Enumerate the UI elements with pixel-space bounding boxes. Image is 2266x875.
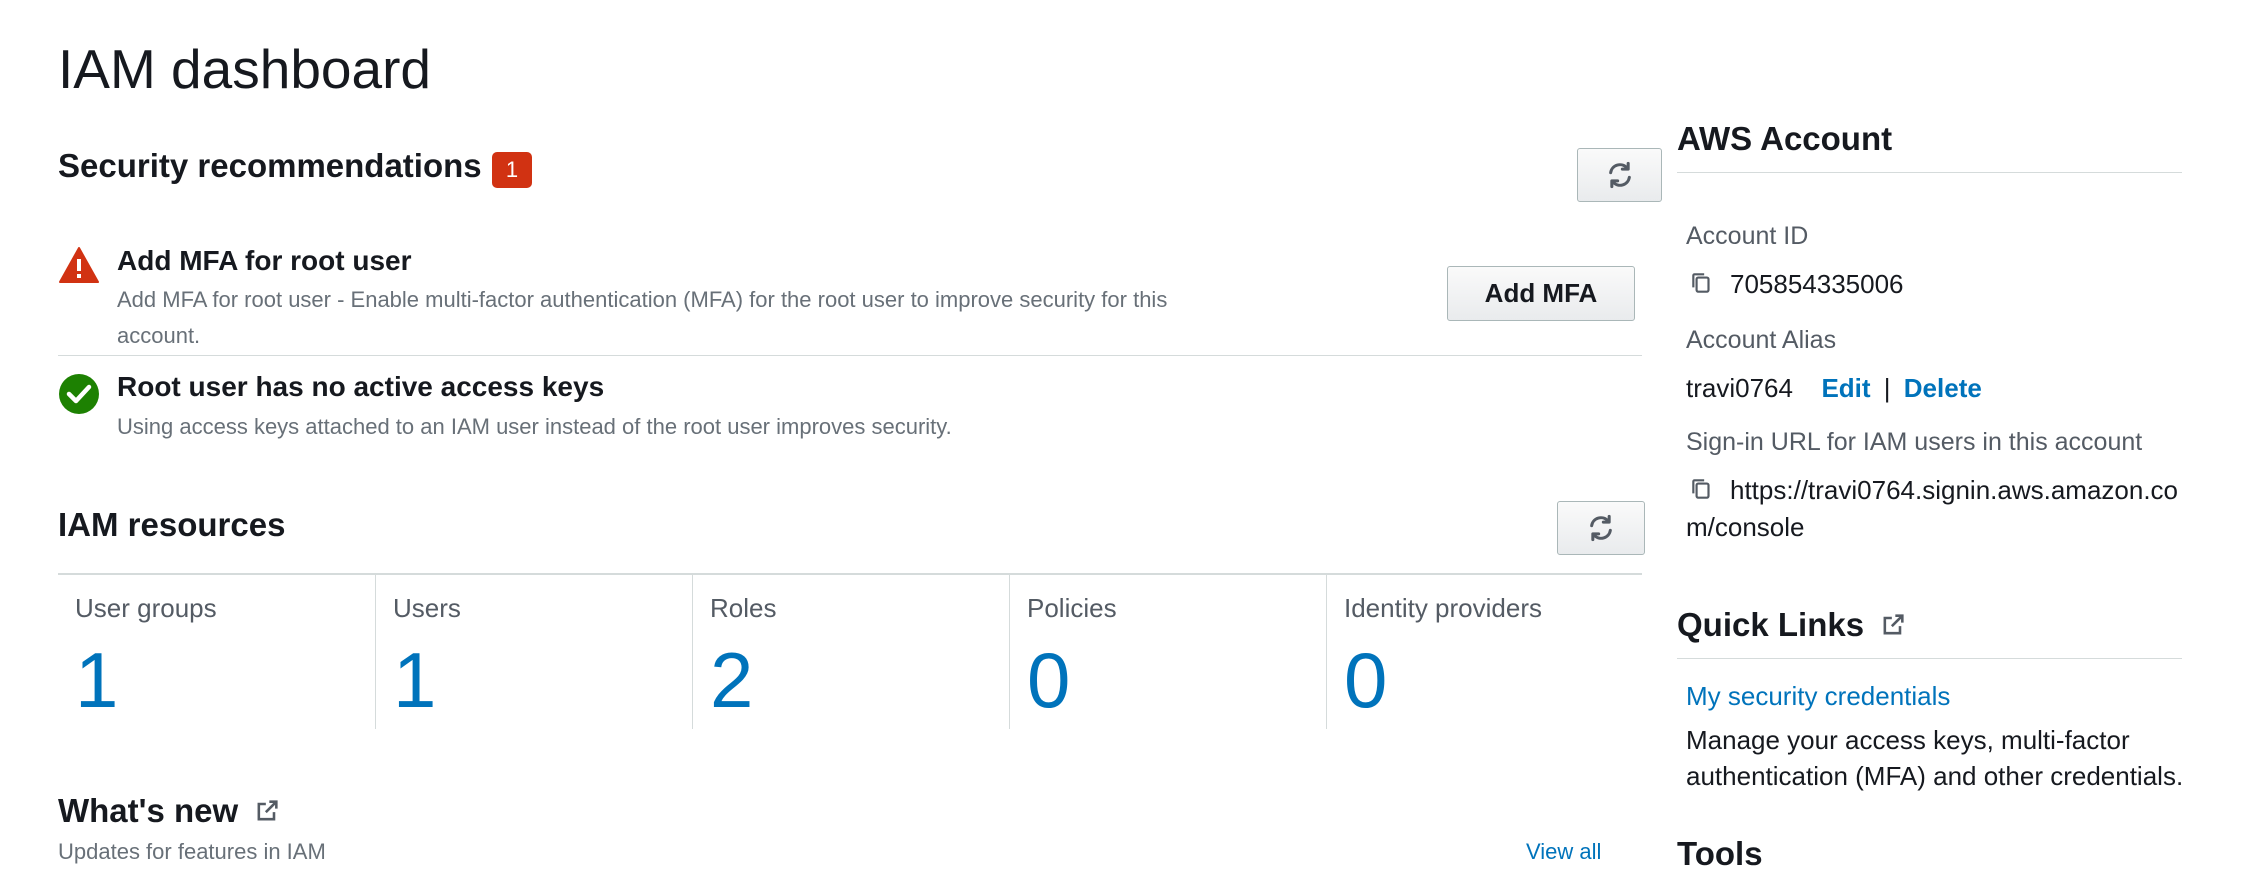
- quick-links-heading[interactable]: Quick Links: [1677, 604, 1907, 646]
- security-recommendations-heading: Security recommendations: [58, 147, 482, 184]
- account-id-value: 705854335006: [1730, 269, 1904, 299]
- security-credentials-description: Manage your access keys, multi-factor: [1686, 725, 2130, 755]
- warning-icon: [59, 247, 99, 283]
- rec-mfa-description-cont: account.: [117, 323, 201, 348]
- external-link-icon: [257, 800, 278, 821]
- copy-signin-url-button[interactable]: [1689, 476, 1715, 507]
- external-link-icon: [1883, 614, 1904, 635]
- account-alias-value: travi0764: [1686, 373, 1793, 403]
- refresh-resources-button[interactable]: [1557, 501, 1645, 555]
- divider: [1677, 172, 2182, 173]
- account-id-label: Account ID: [1686, 222, 1809, 250]
- whats-new-subtitle: Updates for features in IAM: [58, 839, 326, 864]
- divider: [58, 355, 1642, 356]
- iam-resources-grid: User groups 1 Users 1 Roles 2 Policies 0…: [58, 573, 1642, 731]
- my-security-credentials-link[interactable]: My security credentials: [1686, 678, 1950, 714]
- copy-icon: [1692, 273, 1710, 293]
- resource-count-link[interactable]: 1: [393, 635, 436, 725]
- signin-url-value: https://travi0764.signin.aws.amazon.co: [1730, 475, 2179, 505]
- rec-mfa-title: Add MFA for root user: [117, 245, 412, 276]
- account-alias-row: travi0764 Edit | Delete: [1686, 370, 1982, 406]
- signin-url-value-cont: m/console: [1686, 512, 1805, 542]
- refresh-icon: [1590, 514, 1612, 542]
- link-separator: |: [1883, 373, 1891, 403]
- resource-user-groups: User groups 1: [58, 575, 375, 729]
- rec-mfa-description: Add MFA for root user - Enable multi-fac…: [117, 287, 1168, 312]
- resource-label: Identity providers: [1344, 593, 1542, 623]
- resource-label: Users: [393, 593, 461, 623]
- check-circle-icon: [59, 374, 99, 414]
- copy-icon: [1692, 479, 1710, 499]
- resource-roles: Roles 2: [692, 575, 1009, 729]
- page-title: IAM dashboard: [58, 38, 431, 100]
- rec-access-keys-description: Using access keys attached to an IAM use…: [117, 414, 952, 439]
- aws-account-heading: AWS Account: [1677, 120, 1893, 157]
- copy-account-id-button[interactable]: [1689, 270, 1715, 301]
- refresh-security-button[interactable]: [1577, 148, 1662, 202]
- resource-count-link[interactable]: 0: [1344, 635, 1387, 725]
- resource-label: User groups: [75, 593, 217, 623]
- quick-links-label: Quick Links: [1677, 606, 1865, 643]
- iam-resources-heading: IAM resources: [58, 506, 286, 543]
- edit-alias-link[interactable]: Edit: [1821, 373, 1870, 403]
- rec-access-keys-title: Root user has no active access keys: [117, 371, 605, 402]
- refresh-icon: [1608, 161, 1631, 189]
- resource-users: Users 1: [375, 575, 692, 729]
- account-alias-label: Account Alias: [1686, 326, 1837, 354]
- tools-heading: Tools: [1677, 835, 1763, 872]
- resource-policies: Policies 0: [1009, 575, 1326, 729]
- signin-url-label: Sign-in URL for IAM users in this accoun…: [1686, 428, 2143, 456]
- resource-count-link[interactable]: 2: [710, 635, 753, 725]
- recommendations-count-badge: 1: [492, 152, 532, 188]
- divider: [1677, 658, 2182, 659]
- delete-alias-link[interactable]: Delete: [1904, 373, 1982, 403]
- whats-new-heading[interactable]: What's new: [58, 790, 281, 832]
- resource-count-link[interactable]: 0: [1027, 635, 1070, 725]
- resource-identity-providers: Identity providers 0: [1326, 575, 1642, 729]
- view-all-link[interactable]: View all: [1526, 838, 1601, 866]
- whats-new-label: What's new: [58, 792, 239, 829]
- add-mfa-button[interactable]: Add MFA: [1447, 266, 1635, 321]
- resource-label: Policies: [1027, 593, 1117, 623]
- security-credentials-description-cont: authentication (MFA) and other credentia…: [1686, 761, 2184, 791]
- resource-label: Roles: [710, 593, 777, 623]
- resource-count-link[interactable]: 1: [75, 635, 118, 725]
